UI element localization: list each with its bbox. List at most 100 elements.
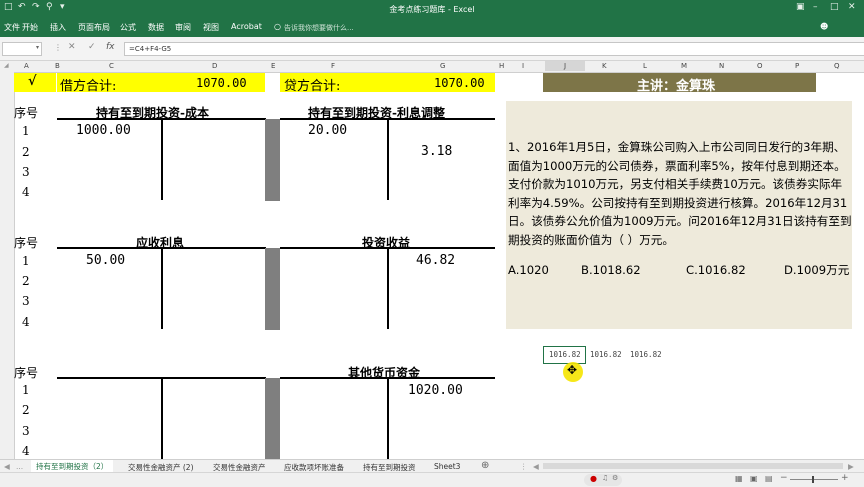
- title-bar: □ ↶ ↷ ⚲ ▾ 金考点练习题库 - Excel ▣ – □ ✕: [0, 0, 864, 18]
- add-sheet-icon[interactable]: ⊕: [481, 460, 489, 471]
- formula-bar: ▾ ⋮ ✕ ✓ fx =C4+F4-G5: [0, 37, 864, 61]
- file-tab[interactable]: 文件: [4, 22, 20, 33]
- lightbulb-icon: ○: [274, 22, 281, 31]
- option-b: B.1018.62: [581, 263, 641, 277]
- col-header-q[interactable]: Q: [834, 62, 840, 70]
- cancel-icon[interactable]: ✕: [68, 42, 76, 52]
- scroll-right-icon[interactable]: ▶: [848, 462, 854, 471]
- select-all-icon[interactable]: ◢: [4, 62, 9, 69]
- t2-gray-separator: [265, 248, 280, 330]
- col-header-l[interactable]: L: [643, 62, 647, 70]
- qq-penguin-icon[interactable]: ●: [590, 474, 597, 483]
- t2-left-debit[interactable]: 50.00: [86, 253, 125, 268]
- debit-total-label: 借方合计:: [60, 79, 117, 94]
- t1-left-divider: [161, 118, 163, 200]
- col-header-n[interactable]: N: [719, 62, 724, 70]
- formula-input[interactable]: =C4+F4-G5: [124, 42, 864, 56]
- tab-insert[interactable]: 插入: [50, 22, 66, 33]
- question-text: 1、2016年1月5日，金算珠公司购入上市公司同日发行的3年期、面值为1000万…: [508, 140, 852, 247]
- close-icon[interactable]: ✕: [848, 2, 856, 12]
- normal-view-icon[interactable]: ▦: [735, 474, 743, 483]
- t2-right-credit[interactable]: 46.82: [416, 253, 455, 268]
- zoom-in-icon[interactable]: +: [841, 473, 849, 483]
- qq-settings-icon[interactable]: ⚙: [612, 474, 618, 482]
- col-header-d[interactable]: D: [212, 62, 217, 70]
- tell-me-search[interactable]: 告诉我你想要做什么...: [284, 23, 404, 35]
- tab-home[interactable]: 开始: [22, 22, 38, 33]
- col-header-c[interactable]: C: [109, 62, 114, 70]
- t2-right-divider: [387, 247, 389, 329]
- status-bar: ● ♫ ⚙ ▦ ▣ ▤ − +: [0, 472, 864, 487]
- qq-tool-icon[interactable]: ♫: [602, 474, 608, 482]
- sheet-tab-bar: ◀ ... 持有至到期投资（2） 交易性金融资产 (2) 交易性金融资产 应收款…: [0, 459, 864, 476]
- small-value-3[interactable]: 1016.82: [630, 350, 662, 359]
- share-icon[interactable]: ☻: [820, 22, 828, 31]
- zoom-slider[interactable]: [790, 479, 838, 480]
- col-header-m[interactable]: M: [681, 62, 687, 70]
- tab-page-layout[interactable]: 页面布局: [78, 22, 110, 33]
- row-number-2: 2: [22, 274, 30, 288]
- scroll-left-icon[interactable]: ◀: [533, 462, 539, 471]
- column-header: ◢ A B C D E F G H I J K L M N O P Q: [0, 61, 864, 73]
- sheet-tab-6[interactable]: Sheet3: [434, 462, 460, 471]
- move-cursor-icon: ✥: [567, 363, 578, 377]
- page-layout-view-icon[interactable]: ▣: [750, 474, 758, 483]
- credit-total-value: 1070.00: [434, 76, 485, 90]
- window-title: 金考点练习题库 - Excel: [389, 5, 475, 14]
- t1-right-credit[interactable]: 3.18: [421, 144, 452, 159]
- col-header-k[interactable]: K: [602, 62, 607, 70]
- tab-formulas[interactable]: 公式: [120, 22, 136, 33]
- tab-acrobat[interactable]: Acrobat: [231, 22, 262, 31]
- row-number-1: 1: [22, 383, 30, 397]
- ribbon-display-icon[interactable]: ▣: [796, 2, 805, 12]
- minimize-icon[interactable]: –: [813, 2, 818, 12]
- option-d: D.1009万元: [784, 263, 850, 277]
- prev-sheet-icon[interactable]: ◀: [4, 462, 10, 471]
- option-a: A.1020: [508, 263, 549, 277]
- maximize-icon[interactable]: □: [830, 2, 839, 12]
- tab-review[interactable]: 审阅: [175, 22, 191, 33]
- t1-right-divider: [387, 118, 389, 200]
- t3-right-divider: [387, 377, 389, 459]
- t3-gray-separator: [265, 378, 280, 459]
- row-number-3: 3: [22, 165, 30, 179]
- small-value-2[interactable]: 1016.82: [590, 350, 622, 359]
- col-header-j[interactable]: J: [545, 61, 585, 71]
- enter-icon[interactable]: ✓: [88, 42, 96, 52]
- row-number-4: 4: [22, 185, 30, 199]
- col-header-p[interactable]: P: [795, 62, 799, 70]
- col-header-a[interactable]: A: [24, 62, 29, 70]
- small-value-1[interactable]: 1016.82: [549, 350, 581, 359]
- tab-view[interactable]: 视图: [203, 22, 219, 33]
- col-header-g[interactable]: G: [440, 62, 445, 70]
- zoom-slider-thumb[interactable]: [812, 476, 814, 483]
- col-header-e[interactable]: E: [271, 62, 275, 70]
- row-header: [0, 72, 15, 460]
- scroll-grip-icon[interactable]: ⋮: [520, 462, 528, 471]
- col-header-b[interactable]: B: [55, 62, 60, 70]
- debit-total-value: 1070.00: [196, 76, 247, 90]
- row-number-4: 4: [22, 444, 30, 458]
- t1-left-debit[interactable]: 1000.00: [76, 123, 131, 138]
- t1-right-debit[interactable]: 20.00: [308, 123, 347, 138]
- row-number-3: 3: [22, 424, 30, 438]
- more-icon: ⋮: [54, 43, 62, 52]
- horizontal-scrollbar[interactable]: [543, 463, 843, 469]
- zoom-out-icon[interactable]: −: [780, 473, 788, 483]
- seq-label-2: 序号: [14, 236, 39, 250]
- row-number-1: 1: [22, 124, 30, 138]
- seq-label-1: 序号: [14, 106, 39, 120]
- col-header-o[interactable]: O: [757, 62, 763, 70]
- option-c: C.1016.82: [686, 263, 746, 277]
- col-header-h[interactable]: H: [499, 62, 504, 70]
- col-header-i[interactable]: I: [522, 62, 524, 70]
- name-box-dropdown-icon[interactable]: ▾: [36, 44, 39, 51]
- sheet-more-icon[interactable]: ...: [16, 462, 23, 471]
- col-header-f[interactable]: F: [331, 62, 335, 70]
- seq-label-3: 序号: [14, 366, 39, 380]
- credit-total-label: 贷方合计:: [284, 79, 341, 94]
- t3-right-credit[interactable]: 1020.00: [408, 383, 463, 398]
- tab-data[interactable]: 数据: [148, 22, 164, 33]
- insert-function-icon[interactable]: fx: [106, 42, 115, 52]
- page-break-view-icon[interactable]: ▤: [765, 474, 773, 483]
